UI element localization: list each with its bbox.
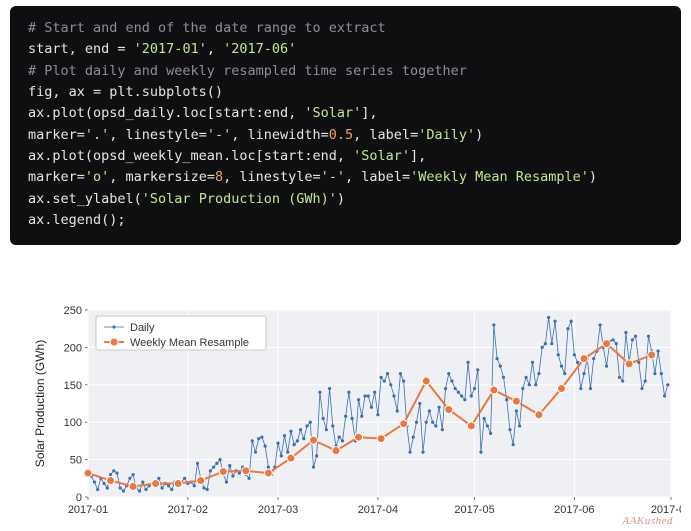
code-token: ], bbox=[410, 148, 426, 164]
code-token: , bbox=[207, 41, 223, 57]
code-token: , linewidth= bbox=[231, 127, 329, 143]
svg-text:2017-01: 2017-01 bbox=[68, 504, 108, 516]
svg-text:2017-03: 2017-03 bbox=[258, 504, 298, 516]
code-string: '-' bbox=[207, 127, 231, 143]
code-string: 'Solar' bbox=[353, 148, 410, 164]
code-string: 'o' bbox=[85, 169, 109, 185]
code-string: 'Weekly Mean Resample' bbox=[410, 169, 589, 185]
svg-text:Weekly Mean Resample: Weekly Mean Resample bbox=[130, 337, 249, 349]
code-comment: # Start and end of the date range to ext… bbox=[28, 20, 386, 36]
code-token: ) bbox=[589, 169, 597, 185]
code-token: , linestyle= bbox=[109, 127, 207, 143]
code-block: # Start and end of the date range to ext… bbox=[10, 6, 681, 245]
code-token: , label= bbox=[353, 127, 418, 143]
code-string: 'Solar' bbox=[304, 105, 361, 121]
svg-text:2017-04: 2017-04 bbox=[358, 504, 398, 516]
code-token: , linestyle= bbox=[223, 169, 321, 185]
code-number: 0.5 bbox=[329, 127, 353, 143]
svg-text:Solar Production (GWh): Solar Production (GWh) bbox=[33, 340, 47, 467]
code-token: ax.set_ylabel( bbox=[28, 191, 142, 207]
svg-text:100: 100 bbox=[64, 417, 82, 429]
svg-text:250: 250 bbox=[64, 305, 82, 317]
code-token: , markersize= bbox=[109, 169, 215, 185]
code-token: ax.plot(opsd_weekly_mean.loc[start:end, bbox=[28, 148, 353, 164]
code-token: ax.plot(opsd_daily.loc[start:end, bbox=[28, 105, 304, 121]
code-token: ) bbox=[337, 191, 345, 207]
code-comment: # Plot daily and weekly resampled time s… bbox=[28, 63, 467, 79]
code-token: ) bbox=[475, 127, 483, 143]
svg-text:Daily: Daily bbox=[130, 322, 155, 334]
code-token: fig, ax = plt.subplots() bbox=[28, 84, 223, 100]
watermark-text: AAKushed bbox=[623, 515, 673, 527]
code-token: start, end = bbox=[28, 41, 134, 57]
chart: 0 50 100 150 200 250 2017-01 2017-02 2017-03 2017… bbox=[30, 302, 681, 525]
code-string: '.' bbox=[85, 127, 109, 143]
code-token: marker= bbox=[28, 169, 85, 185]
code-number: 8 bbox=[215, 169, 223, 185]
code-string: 'Solar Production (GWh)' bbox=[142, 191, 337, 207]
code-token: , label= bbox=[345, 169, 410, 185]
code-string: '2017-01' bbox=[134, 41, 207, 57]
chart-svg: 0 50 100 150 200 250 2017-01 2017-02 2017-03 2017… bbox=[30, 302, 681, 525]
svg-text:2017-06: 2017-06 bbox=[554, 504, 594, 516]
svg-text:50: 50 bbox=[70, 455, 82, 467]
svg-text:2017-05: 2017-05 bbox=[454, 504, 494, 516]
code-token: ], bbox=[361, 105, 377, 121]
svg-text:200: 200 bbox=[64, 342, 82, 354]
svg-text:0: 0 bbox=[76, 492, 82, 504]
code-string: 'Daily' bbox=[418, 127, 475, 143]
svg-text:2017-02: 2017-02 bbox=[168, 504, 208, 516]
code-string: '-' bbox=[321, 169, 345, 185]
code-token: ax.legend(); bbox=[28, 212, 126, 228]
code-string: '2017-06' bbox=[223, 41, 296, 57]
svg-text:150: 150 bbox=[64, 380, 82, 392]
code-token: marker= bbox=[28, 127, 85, 143]
